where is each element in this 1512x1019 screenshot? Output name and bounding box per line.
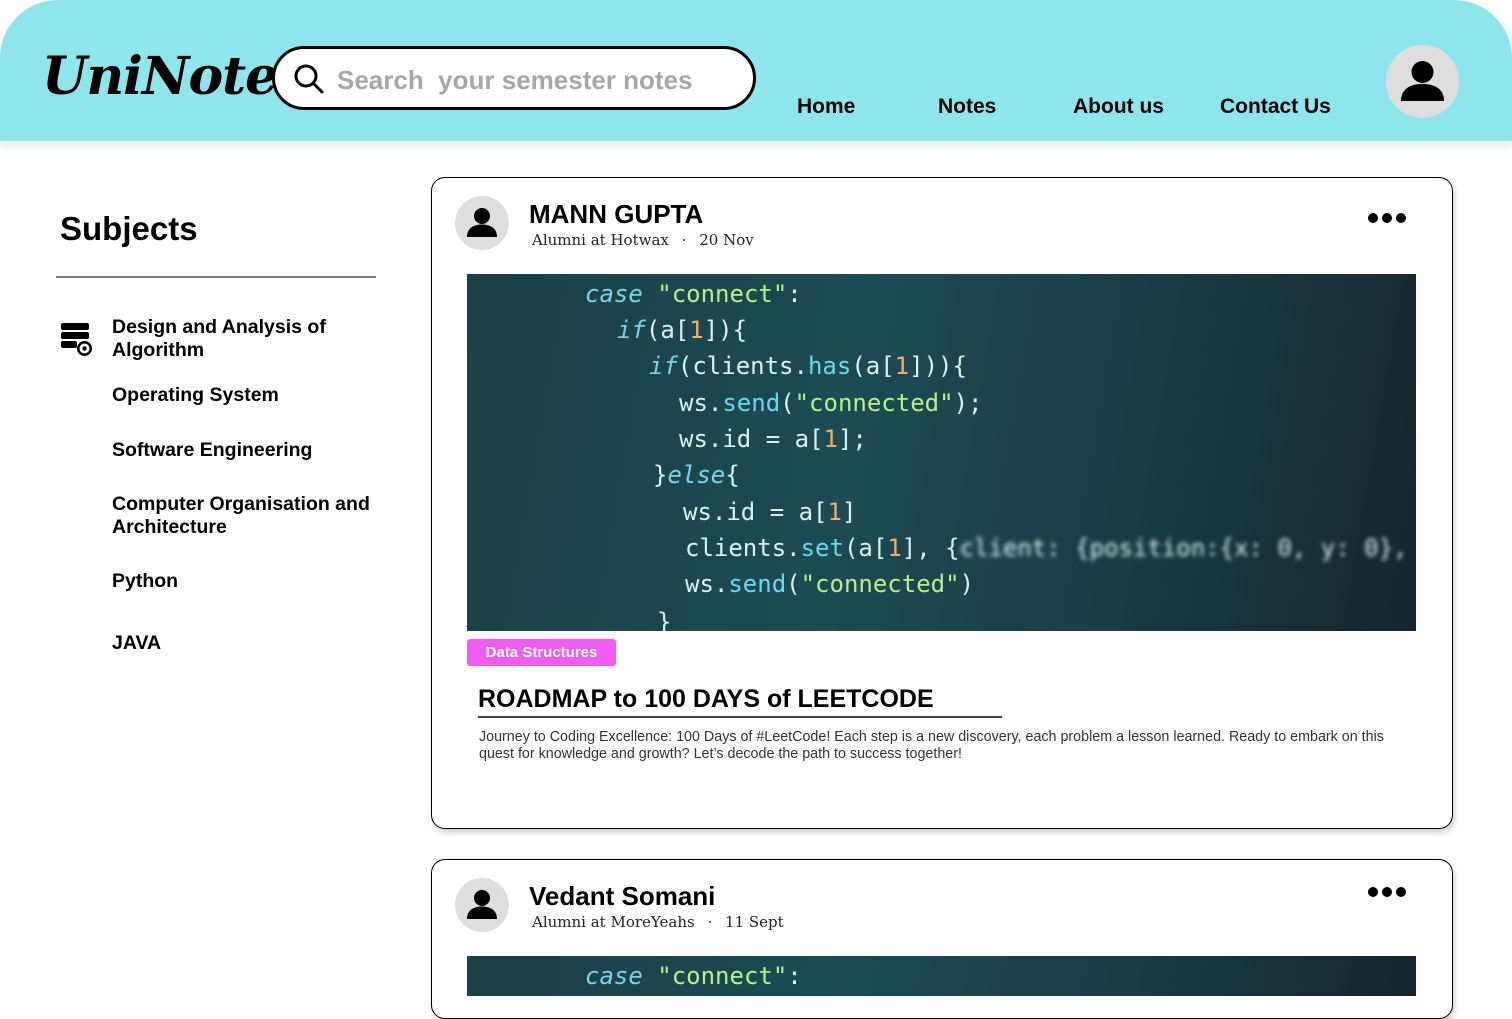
post-cover-image[interactable]: case "connect": if(a[1]){ if(clients.has… <box>467 274 1416 631</box>
search-icon[interactable] <box>293 63 325 95</box>
title-underline <box>478 716 1002 718</box>
code-decoration: ws.send("connected"); <box>679 389 983 417</box>
nav-notes[interactable]: Notes <box>938 95 996 119</box>
subject-coa[interactable]: Computer Organisation and Architecture <box>112 493 372 539</box>
subject-java[interactable]: JAVA <box>112 632 161 655</box>
code-decoration: ws.send("connected") <box>685 570 975 598</box>
database-settings-icon <box>61 323 92 356</box>
code-decoration: ws.id = a[1] <box>683 498 857 526</box>
uninote-logo[interactable]: UniNote <box>42 46 278 107</box>
nav-contact-us[interactable]: Contact Us <box>1220 95 1331 119</box>
search-input[interactable] <box>335 59 739 101</box>
post-date: 11 Sept <box>725 913 784 931</box>
subject-tag[interactable]: Data Structures <box>467 639 616 666</box>
nav-about-us[interactable]: About us <box>1073 95 1164 119</box>
meta-separator: · <box>707 913 713 931</box>
code-decoration: if(a[1]){ <box>617 316 748 344</box>
more-options-icon[interactable] <box>1367 885 1407 899</box>
post-meta: Alumni at Hotwax · 20 Nov <box>532 231 754 249</box>
code-decoration: }else{ <box>653 461 740 489</box>
post-cover-image[interactable]: case "connect": <box>467 956 1416 996</box>
subject-software-engineering[interactable]: Software Engineering <box>112 439 312 462</box>
post-author-name[interactable]: Vedant Somani <box>529 881 715 912</box>
top-header: UniNote Home Notes About us Contact Us <box>0 0 1512 141</box>
user-icon <box>467 890 497 919</box>
user-icon <box>1401 61 1444 101</box>
subject-daa[interactable]: Design and Analysis of Algorithm <box>112 316 342 362</box>
more-options-icon[interactable] <box>1367 211 1407 225</box>
subject-operating-system[interactable]: Operating System <box>112 384 279 407</box>
post-date: 20 Nov <box>699 231 754 249</box>
code-decoration: clients.set(a[1], {client: {position:{x:… <box>685 534 1408 562</box>
post-author-name[interactable]: MANN GUPTA <box>529 199 703 230</box>
author-role: Alumni at Hotwax <box>532 231 669 249</box>
search-bar[interactable] <box>272 46 756 110</box>
author-avatar[interactable] <box>455 878 509 932</box>
post-description: Journey to Coding Excellence: 100 Days o… <box>479 729 1384 762</box>
post-meta: Alumni at MoreYeahs · 11 Sept <box>532 913 784 931</box>
post-card: MANN GUPTA Alumni at Hotwax · 20 Nov cas… <box>431 177 1453 829</box>
subjects-heading: Subjects <box>60 210 198 247</box>
code-decoration: ws.id = a[1]; <box>679 425 867 453</box>
user-icon <box>467 208 497 237</box>
sidebar-divider <box>56 276 376 278</box>
nav-home[interactable]: Home <box>797 95 855 119</box>
code-decoration: } <box>657 608 672 631</box>
post-card: Vedant Somani Alumni at MoreYeahs · 11 S… <box>431 859 1453 1019</box>
author-avatar[interactable] <box>455 196 509 250</box>
meta-separator: · <box>681 231 687 249</box>
subject-python[interactable]: Python <box>112 570 178 593</box>
code-decoration: case "connect": <box>585 280 802 308</box>
code-decoration: if(clients.has(a[1])){ <box>649 352 967 380</box>
post-title[interactable]: ROADMAP to 100 DAYS of LEETCODE <box>478 685 934 714</box>
user-profile-button[interactable] <box>1386 45 1459 118</box>
author-role: Alumni at MoreYeahs <box>532 913 695 931</box>
code-decoration: case "connect": <box>585 962 802 990</box>
